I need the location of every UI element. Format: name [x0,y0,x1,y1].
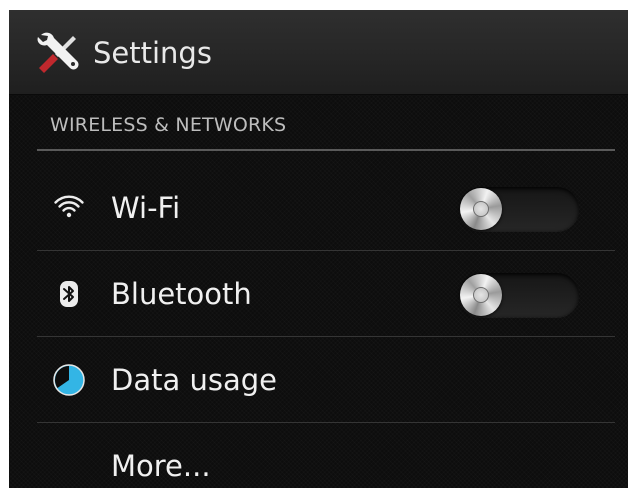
section-header: WIRELESS & NETWORKS [50,114,287,136]
page-title: Settings [93,36,212,70]
list-item-label: More... [111,449,211,483]
toggle-knob[interactable] [460,188,502,230]
bluetooth-toggle[interactable] [459,273,579,317]
toggle-knob[interactable] [460,274,502,316]
section-divider [37,149,615,151]
wifi-icon [54,195,84,218]
list-item-bluetooth[interactable]: Bluetooth [37,251,615,337]
bluetooth-icon [60,281,78,307]
list-item-label: Data usage [111,363,277,397]
data-usage-icon [53,364,85,396]
action-bar: Settings [9,10,628,95]
list-item-label: Wi-Fi [111,191,181,225]
list-item-label: Bluetooth [111,277,252,311]
list-item-wifi[interactable]: Wi-Fi [37,165,615,251]
wifi-toggle[interactable] [459,187,579,231]
settings-screen: Settings WIRELESS & NETWORKS Wi-Fi Bluet… [9,10,628,488]
settings-tools-icon[interactable] [33,29,81,77]
list-item-data-usage[interactable]: Data usage [37,337,615,423]
list-item-more[interactable]: More... [37,423,615,488]
